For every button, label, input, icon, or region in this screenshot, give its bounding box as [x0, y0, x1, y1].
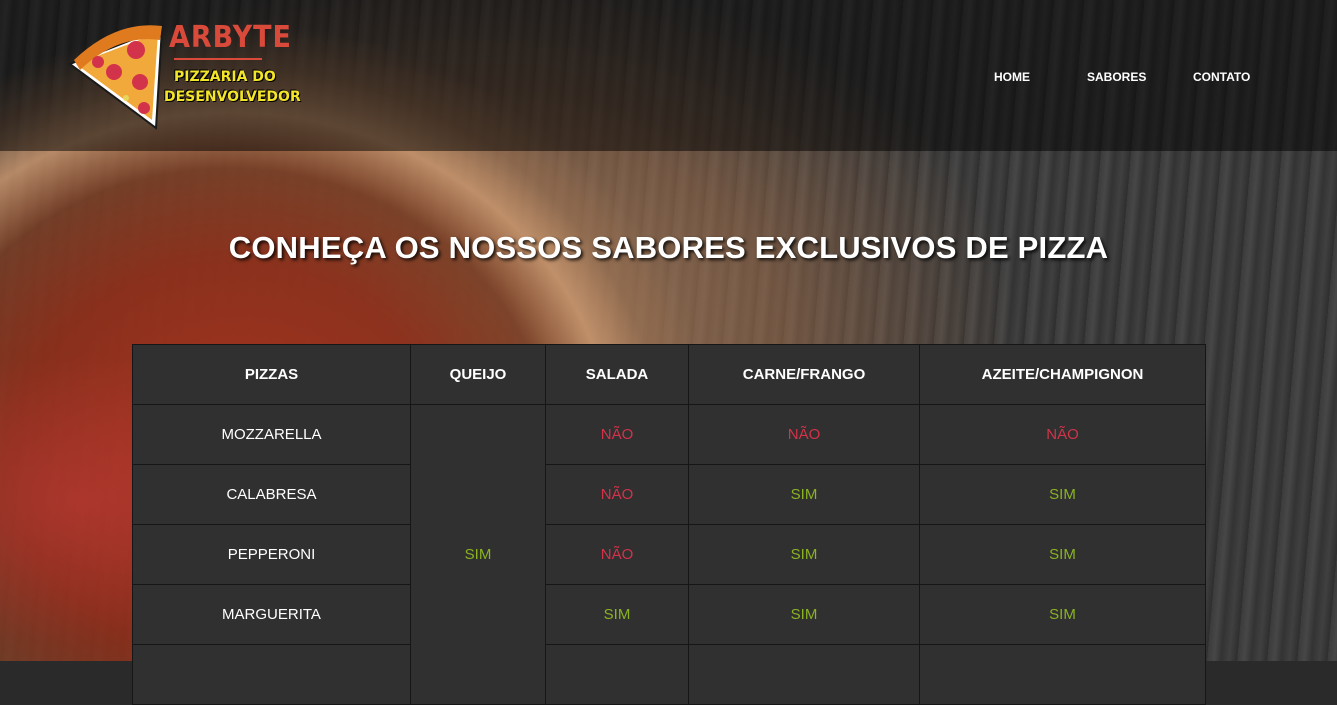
- carne-cell: SIM: [688, 584, 920, 645]
- pizza-name-cell: MOZZARELLA: [132, 404, 411, 465]
- carne-cell: [688, 644, 920, 705]
- table-row: [132, 644, 1206, 705]
- salada-cell: [545, 644, 689, 705]
- brand-tagline-line2: DESENVOLVEDOR: [164, 89, 301, 105]
- azeite-cell: SIM: [919, 584, 1206, 645]
- carne-cell: NÃO: [688, 404, 920, 465]
- queijo-cell: SIM: [410, 404, 546, 705]
- page-title: CONHEÇA OS NOSSOS SABORES EXCLUSIVOS DE …: [228, 230, 1109, 265]
- column-header-salada: SALADA: [545, 344, 689, 405]
- azeite-cell: [919, 644, 1206, 705]
- azeite-cell: SIM: [919, 464, 1206, 525]
- column-header-carne-frango: CARNE/FRANGO: [688, 344, 920, 405]
- column-header-azeite-champignon: AZEITE/CHAMPIGNON: [919, 344, 1206, 405]
- nav-link-sabores[interactable]: SABORES: [1087, 70, 1146, 84]
- pizza-name-cell: CALABRESA: [132, 464, 411, 525]
- table-row: PEPPERONI NÃO SIM SIM: [132, 524, 1206, 585]
- azeite-cell: NÃO: [919, 404, 1206, 465]
- salada-cell: NÃO: [545, 404, 689, 465]
- column-header-queijo: QUEIJO: [410, 344, 546, 405]
- nav-link-home[interactable]: HOME: [994, 70, 1030, 84]
- header-bar: ARBYTE PIZZARIA DO DESENVOLVEDOR HOME SA…: [0, 0, 1337, 151]
- pizza-name-cell: [132, 644, 411, 705]
- azeite-cell: SIM: [919, 524, 1206, 585]
- table-row: MARGUERITA SIM SIM SIM: [132, 584, 1206, 645]
- carne-cell: SIM: [688, 524, 920, 585]
- pizza-name-cell: MARGUERITA: [132, 584, 411, 645]
- salada-cell: SIM: [545, 584, 689, 645]
- salada-cell: NÃO: [545, 524, 689, 585]
- table-row: CALABRESA NÃO SIM SIM: [132, 464, 1206, 525]
- table-row: MOZZARELLA SIM NÃO NÃO NÃO: [132, 404, 1206, 705]
- main-nav: HOME SABORES CONTATO: [0, 70, 1337, 90]
- carne-cell: SIM: [688, 464, 920, 525]
- brand-underline: [174, 58, 262, 60]
- flavors-table: PIZZAS QUEIJO SALADA CARNE/FRANGO AZEITE…: [132, 344, 1206, 705]
- brand-name: ARBYTE: [169, 20, 292, 55]
- column-header-pizzas: PIZZAS: [132, 344, 411, 405]
- table-header-row: PIZZAS QUEIJO SALADA CARNE/FRANGO AZEITE…: [132, 344, 1206, 405]
- nav-link-contato[interactable]: CONTATO: [1193, 70, 1250, 84]
- salada-cell: NÃO: [545, 464, 689, 525]
- pizza-name-cell: PEPPERONI: [132, 524, 411, 585]
